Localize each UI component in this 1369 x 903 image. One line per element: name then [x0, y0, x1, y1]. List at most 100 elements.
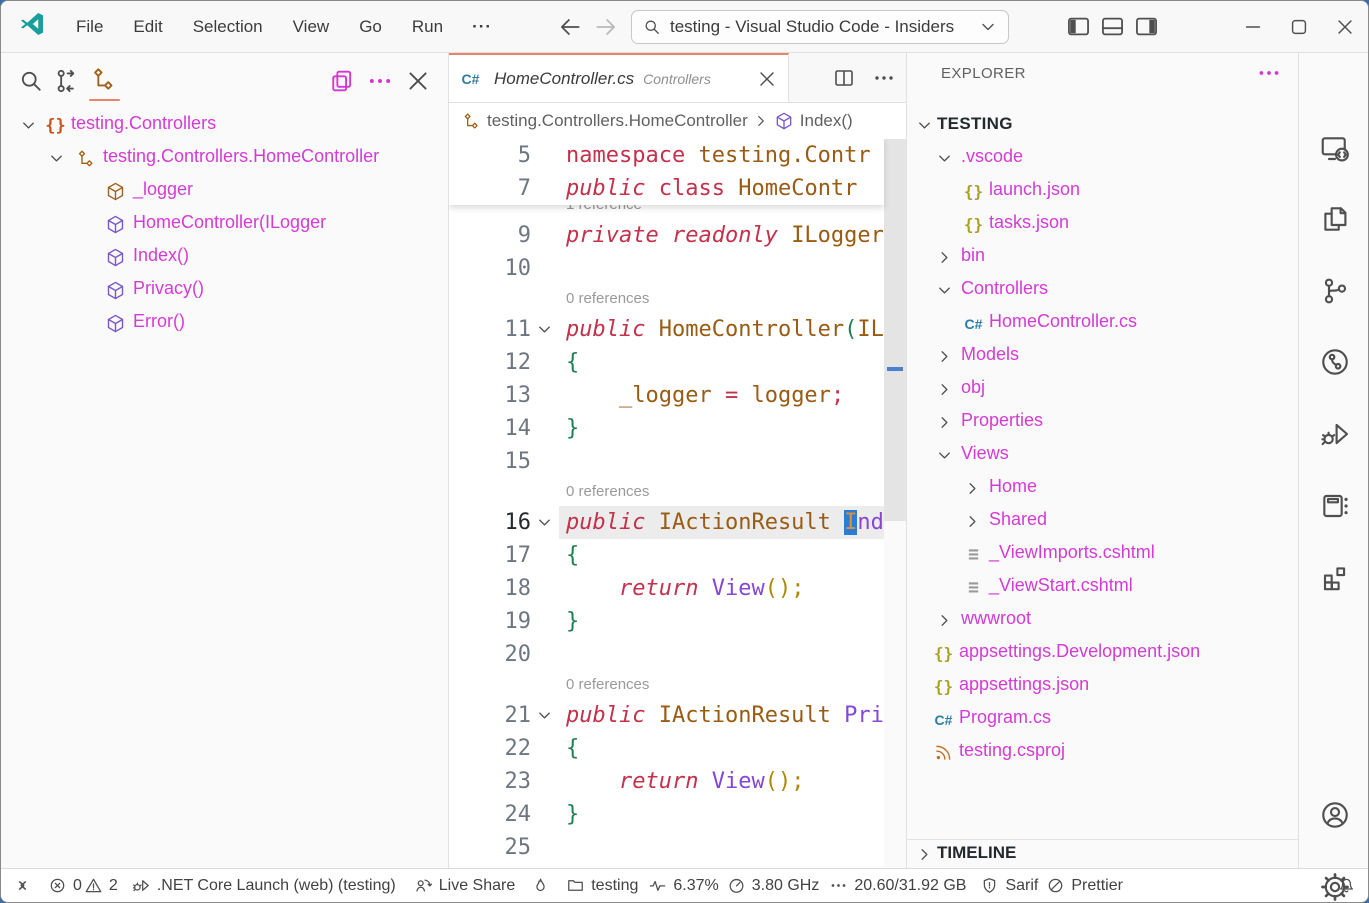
explorer-item[interactable]: .vscode	[907, 142, 1298, 175]
menu-file[interactable]: File	[61, 11, 118, 43]
menu-edit[interactable]: Edit	[118, 11, 177, 43]
editor-scrollbar[interactable]	[884, 139, 906, 868]
toggle-panel-icon[interactable]	[1099, 13, 1126, 40]
breadcrumb-item[interactable]: Index()	[800, 111, 853, 131]
close-window-button[interactable]	[1322, 1, 1368, 53]
editor-more-actions-icon[interactable]	[872, 66, 896, 90]
code-line[interactable]: 18 return View();	[449, 572, 884, 605]
sticky-line[interactable]: 7public class HomeContr	[449, 172, 884, 205]
notebook-icon[interactable]	[1319, 490, 1351, 522]
fold-chevron-icon[interactable]	[535, 513, 554, 532]
toggle-sidebar-icon[interactable]	[1065, 13, 1092, 40]
code-line[interactable]: 19}	[449, 605, 884, 638]
status-pulse[interactable]: 6.37%	[648, 876, 718, 895]
tab-homecontroller[interactable]: C# HomeController.cs Controllers	[449, 53, 789, 102]
explorer-item[interactable]: Home	[907, 472, 1298, 505]
explorer-item[interactable]: {}appsettings.json	[907, 670, 1298, 703]
code-lines[interactable]: 1 reference9private readonly ILogger100 …	[449, 139, 884, 868]
explorer-item[interactable]: wwwroot	[907, 604, 1298, 637]
scrollbar-thumb[interactable]	[884, 139, 906, 521]
status-remote[interactable]	[13, 876, 32, 895]
status-warning-triangle[interactable]: 2	[84, 876, 118, 895]
status-circle-slash[interactable]: Prettier	[1046, 876, 1123, 895]
settings-icon[interactable]	[1319, 871, 1351, 903]
symbol-item[interactable]: Index()	[1, 241, 448, 274]
chevron-down-icon[interactable]	[935, 446, 954, 465]
explorer-item[interactable]: {}tasks.json	[907, 208, 1298, 241]
code-line[interactable]: 9private readonly ILogger	[449, 219, 884, 252]
symbol-item[interactable]: HomeController(ILogger	[1, 208, 448, 241]
chevron-right-icon[interactable]	[935, 380, 954, 399]
chevron-right-icon[interactable]	[935, 248, 954, 267]
account-icon[interactable]	[1319, 799, 1351, 831]
chevron-right-icon[interactable]	[963, 479, 982, 498]
search-tool-icon[interactable]	[17, 67, 45, 95]
menu-view[interactable]: View	[278, 11, 345, 43]
menu-more[interactable]: ···	[458, 11, 506, 43]
code-line[interactable]: 10	[449, 252, 884, 285]
explorer-item[interactable]: testing.csproj	[907, 736, 1298, 769]
class-hierarchy-tool-icon[interactable]	[89, 67, 117, 95]
code-line[interactable]: 12{	[449, 346, 884, 379]
symbol-item[interactable]: _logger	[1, 175, 448, 208]
references-tool-icon[interactable]	[53, 67, 81, 95]
code-line[interactable]: 20	[449, 638, 884, 671]
code-line[interactable]: 23 return View();	[449, 765, 884, 798]
code-line[interactable]: 16public IActionResult Ind	[449, 506, 884, 539]
remote-explorer-icon[interactable]	[1319, 133, 1351, 165]
fold-chevron-icon[interactable]	[535, 706, 554, 725]
fold-chevron-icon[interactable]	[535, 320, 554, 339]
split-editor-icon[interactable]	[832, 66, 856, 90]
explorer-item[interactable]: ≡_ViewStart.cshtml	[907, 571, 1298, 604]
chevron-down-icon[interactable]	[935, 281, 954, 300]
sticky-line[interactable]: 5namespace testing.Contr	[449, 139, 884, 172]
symbol-item[interactable]: testing.Controllers.HomeController	[1, 142, 448, 175]
explorer-item[interactable]: C#HomeController.cs	[907, 307, 1298, 340]
code-line[interactable]: 15	[449, 445, 884, 478]
code-line[interactable]	[449, 864, 884, 868]
code-line[interactable]: 17{	[449, 539, 884, 572]
explorer-item[interactable]: Shared	[907, 505, 1298, 538]
status-ellipsis[interactable]: 20.60/31.92 GB	[829, 876, 966, 895]
status-error-circle[interactable]: 0	[48, 876, 82, 895]
codelens[interactable]: 0 references	[566, 285, 649, 313]
status-debug[interactable]: .NET Core Launch (web) (testing)	[132, 876, 396, 895]
breadcrumb-item[interactable]: testing.Controllers.HomeController	[487, 111, 748, 131]
code-line[interactable]: 22{	[449, 732, 884, 765]
chevron-right-icon[interactable]	[935, 347, 954, 366]
explorer-item[interactable]: Models	[907, 340, 1298, 373]
code-line[interactable]: 25	[449, 831, 884, 864]
code-line[interactable]: 24}	[449, 798, 884, 831]
code-line[interactable]: 21public IActionResult Pri	[449, 699, 884, 732]
menu-run[interactable]: Run	[397, 11, 458, 43]
symbol-item[interactable]: {}testing.Controllers	[1, 109, 448, 142]
explorer-item[interactable]: Controllers	[907, 274, 1298, 307]
chevron-right-icon[interactable]	[935, 413, 954, 432]
run-debug-icon[interactable]	[1319, 418, 1351, 450]
explorer-item[interactable]: C#Program.cs	[907, 703, 1298, 736]
command-center-search[interactable]: testing - Visual Studio Code - Insiders	[631, 10, 1009, 44]
explorer-item[interactable]: bin	[907, 241, 1298, 274]
panel-more-actions-icon[interactable]	[366, 67, 394, 95]
code-line[interactable]: 14}	[449, 412, 884, 445]
files-icon[interactable]	[1319, 203, 1351, 235]
explorer-item[interactable]: Views	[907, 439, 1298, 472]
codelens[interactable]: 0 references	[566, 671, 649, 699]
explorer-more-actions-icon[interactable]	[1256, 60, 1282, 86]
status-shield[interactable]: Sarif	[980, 876, 1038, 895]
explorer-item[interactable]: obj	[907, 373, 1298, 406]
status-folder[interactable]: testing	[566, 876, 638, 895]
copy-panel-icon[interactable]	[328, 67, 356, 95]
close-panel-icon[interactable]	[404, 67, 432, 95]
code-line[interactable]: 13 _logger = logger;	[449, 379, 884, 412]
chevron-down-icon[interactable]	[47, 149, 66, 168]
timeline-section[interactable]: TIMELINE	[907, 839, 1298, 868]
maximize-button[interactable]	[1276, 1, 1322, 53]
symbol-item[interactable]: Error()	[1, 307, 448, 340]
codelens[interactable]: 0 references	[566, 478, 649, 506]
status-live-share[interactable]: Live Share	[414, 876, 516, 895]
code-line[interactable]: 11public HomeController(IL	[449, 313, 884, 346]
symbol-item[interactable]: Privacy()	[1, 274, 448, 307]
tab-close-icon[interactable]	[756, 68, 778, 90]
chevron-down-icon[interactable]	[935, 149, 954, 168]
